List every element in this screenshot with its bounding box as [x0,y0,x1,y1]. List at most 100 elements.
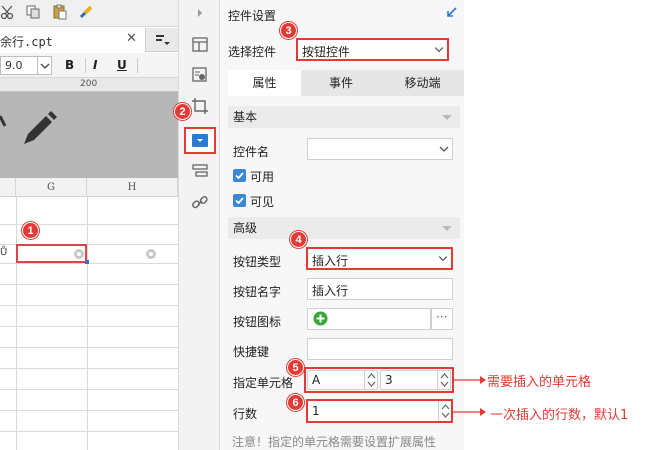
row-line [0,326,178,327]
target-cell-column-input[interactable]: A [307,370,378,390]
ruler: 200 [0,78,178,92]
check-icon [235,197,244,205]
divider [137,58,138,73]
row-line [0,431,178,432]
tab-menu-icon[interactable] [154,32,172,48]
row-count-value: 1 [312,404,320,418]
underline-button[interactable]: U [117,58,127,72]
crop-frame-icon[interactable] [191,97,209,115]
row-count-input[interactable]: 1 [306,399,453,423]
visible-label: 可见 [250,195,275,209]
collapse-panel-icon[interactable] [446,6,458,18]
stepper-icon[interactable] [437,371,450,389]
row-line [0,284,178,285]
gear-icon [146,249,156,259]
column-header-h[interactable]: H [87,178,178,197]
cut-icon[interactable] [0,4,16,20]
edit-pencil-icon [0,111,57,144]
button-icon-field[interactable] [307,308,431,330]
check-icon [235,172,244,180]
property-tabs: 属性 事件 移动端 [228,70,464,96]
stepper-icon[interactable] [438,401,451,421]
cell-attribute-icon[interactable] [191,66,209,84]
column-header-g[interactable]: G [16,178,87,197]
target-cell-row-input[interactable]: 3 [380,370,451,390]
step-badge-6: 6 [287,394,304,411]
section-basic[interactable]: 基本 [228,106,460,128]
ruler-mark: 200 [80,79,98,89]
tab-events[interactable]: 事件 [301,70,381,96]
italic-button[interactable]: I [93,58,97,72]
target-cell-row-value: 3 [385,373,393,387]
select-control-dropdown[interactable]: 按钮控件 [296,38,449,61]
annotation-arrows [452,376,486,416]
format-painter-icon[interactable] [78,4,94,20]
visible-checkbox[interactable] [233,194,246,207]
target-cell-column-value: A [312,373,321,387]
spreadsheet-grid[interactable]: G H Ů [0,178,178,450]
condition-attribute-icon[interactable] [191,162,209,180]
file-tab-label: 余行.cpt [0,35,53,49]
widget-dropdown-icon [192,134,208,147]
widget-settings-panel: 控件设置 选择控件 按钮控件 3 属性 事件 移动端 基本 控件名 可用 可见 … [220,0,464,450]
col-line [87,197,88,450]
format-bar: 9.0 B I U [0,53,178,78]
control-name-label: 控件名 [233,145,270,159]
chevron-down-icon [37,56,51,75]
button-icon-label: 按钮图标 [233,315,282,329]
row-line [0,389,178,390]
step-badge-1: 1 [22,222,39,239]
section-basic-label: 基本 [233,110,258,124]
select-control-label: 选择控件 [228,45,277,59]
bold-button[interactable]: B [65,58,74,72]
enabled-checkbox[interactable] [233,169,246,182]
section-advanced-label: 高级 [233,221,258,235]
close-tab-icon[interactable]: ✕ [126,31,137,46]
paste-icon[interactable] [52,4,68,20]
divider [85,58,86,73]
collapse-arrow-icon [442,226,452,231]
widget-settings-button[interactable] [184,127,216,154]
row-line [0,410,178,411]
row-line [0,347,178,348]
cell-fragment: Ů [0,247,8,258]
button-name-value: 插入行 [312,284,349,298]
row-line [0,305,178,306]
tab-mobile[interactable]: 移动端 [381,70,464,96]
file-tab-bar: 余行.cpt ✕ [0,28,178,52]
button-type-dropdown[interactable]: 插入行 [306,247,453,270]
panel-title: 控件设置 [228,9,277,23]
section-advanced[interactable]: 高级 [228,217,460,239]
copy-icon[interactable] [25,4,41,20]
button-type-value: 插入行 [312,254,349,268]
step-badge-3: 3 [280,22,297,39]
hyperlink-icon[interactable] [191,194,209,212]
row-line [0,263,178,264]
form-canvas[interactable] [0,92,178,178]
add-icon [313,311,328,326]
gear-icon [74,249,84,259]
main-toolbar [0,0,178,27]
cell-layout-icon[interactable] [191,35,209,53]
step-badge-2: 2 [174,103,191,120]
button-name-input[interactable]: 插入行 [307,278,453,300]
button-type-label: 按钮类型 [233,255,282,269]
button-icon-more-button[interactable]: ··· [431,308,453,330]
shortcut-label: 快捷键 [233,345,270,359]
stepper-icon[interactable] [364,371,377,389]
font-size-value: 9.0 [5,59,23,72]
expand-arrow-icon[interactable] [191,4,209,22]
designer-area: 余行.cpt ✕ 9.0 B I U 200 G H Ů 1 [0,0,178,450]
select-control-value: 按钮控件 [302,45,351,59]
extension-note: 注意！指定的单元格需要设置扩展属性 [232,435,437,449]
collapse-arrow-icon [442,115,452,120]
annotation-row-count: 一次插入的行数，默认1 [490,408,629,423]
file-tab[interactable]: 余行.cpt ✕ [0,28,146,52]
control-name-input[interactable] [307,138,453,160]
annotation-target-cell: 需要插入的单元格 [487,375,592,390]
chevron-down-icon [438,256,448,262]
tab-properties[interactable]: 属性 [228,70,301,96]
chevron-down-icon [434,47,444,53]
shortcut-input[interactable] [307,338,453,360]
font-size-select[interactable]: 9.0 [0,56,52,75]
